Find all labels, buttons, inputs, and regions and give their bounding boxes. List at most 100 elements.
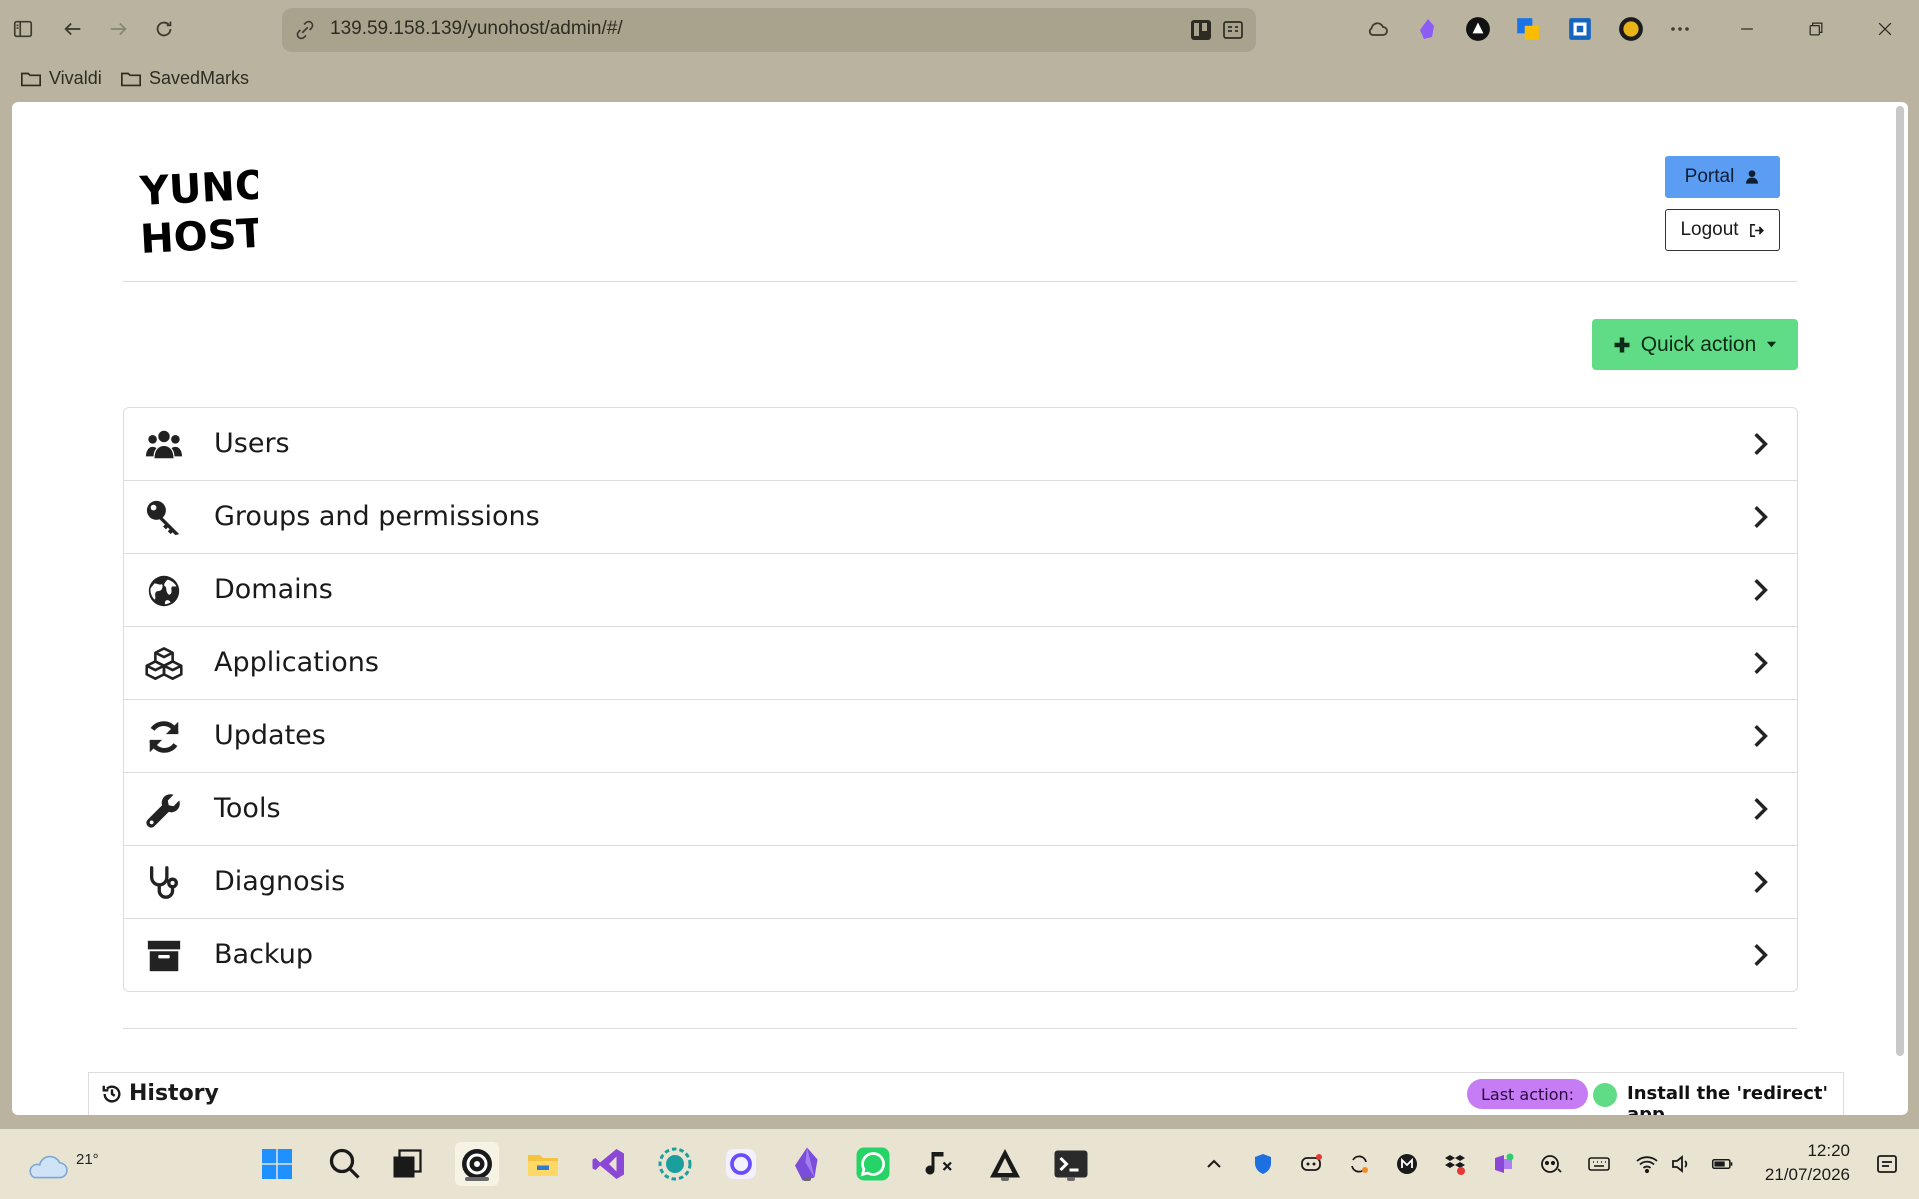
record-icon xyxy=(658,1147,692,1181)
copilot-tray-icon[interactable] xyxy=(1536,1149,1566,1179)
menu-label: Tools xyxy=(214,793,281,824)
taskbar-search-button[interactable] xyxy=(323,1142,367,1186)
translate-extension-icon[interactable] xyxy=(1514,15,1542,43)
weather-widget[interactable]: 21° xyxy=(26,1139,99,1189)
more-options-icon[interactable] xyxy=(1666,15,1694,43)
taskbar-file-explorer[interactable] xyxy=(521,1142,565,1186)
page-viewport: YUNO HOST Portal Logout Quick action Use… xyxy=(12,102,1908,1115)
cloud-sync-icon[interactable] xyxy=(1364,15,1392,43)
taskbar-screen-recorder[interactable] xyxy=(653,1142,697,1186)
notification-center-icon[interactable] xyxy=(1872,1149,1902,1179)
browser-titlebar: 139.59.158.139/yunohost/admin/#/ xyxy=(0,0,1919,60)
menu-label: Domains xyxy=(214,574,333,605)
address-bar[interactable]: 139.59.158.139/yunohost/admin/#/ xyxy=(282,8,1256,52)
chevron-right-icon xyxy=(1754,506,1768,528)
taskbar-music[interactable] xyxy=(917,1142,961,1186)
taskbar-terminal[interactable] xyxy=(1049,1142,1093,1186)
menu-label: Updates xyxy=(214,720,326,751)
site-info-icon[interactable] xyxy=(294,19,316,41)
refresh-icon xyxy=(144,717,184,757)
teams-tray-icon[interactable] xyxy=(1488,1149,1518,1179)
keyboard-icon[interactable] xyxy=(1584,1149,1614,1179)
m-app-tray-icon[interactable] xyxy=(1392,1149,1422,1179)
system-clock[interactable]: 12:20 21/07/2026 xyxy=(1760,1141,1850,1185)
menu-label: Backup xyxy=(214,939,313,970)
menu-item-tools[interactable]: Tools xyxy=(124,773,1797,846)
quick-action-label: Quick action xyxy=(1640,332,1757,356)
discord-tray-icon[interactable] xyxy=(1296,1149,1326,1179)
portal-label: Portal xyxy=(1684,166,1735,187)
menu-label: Diagnosis xyxy=(214,866,346,897)
volume-icon[interactable] xyxy=(1666,1149,1696,1179)
back-icon[interactable] xyxy=(54,10,92,48)
taskbar-vivaldi[interactable] xyxy=(455,1142,499,1186)
url-text[interactable]: 139.59.158.139/yunohost/admin/#/ xyxy=(330,18,623,40)
menu-label: Applications xyxy=(214,647,379,678)
triangle-extension-icon[interactable] xyxy=(1464,15,1492,43)
wifi-icon[interactable] xyxy=(1632,1149,1662,1179)
sync-tray-icon[interactable] xyxy=(1344,1149,1374,1179)
dropbox-tray-icon[interactable] xyxy=(1440,1149,1470,1179)
chevron-right-icon xyxy=(1754,652,1768,674)
logo-line-yuno: YUNO xyxy=(138,162,258,215)
close-window-icon[interactable] xyxy=(1867,12,1903,46)
trello-icon[interactable] xyxy=(1188,18,1214,42)
menu-item-users[interactable]: Users xyxy=(124,408,1797,481)
history-label: History xyxy=(129,1081,219,1106)
page-scrollbar[interactable] xyxy=(1896,106,1904,1056)
bookmark-folder-vivaldi[interactable]: Vivaldi xyxy=(20,68,102,89)
history-icon xyxy=(102,1085,121,1103)
menu-item-diagnosis[interactable]: Diagnosis xyxy=(124,846,1797,919)
key-icon xyxy=(144,498,184,538)
forward-icon[interactable] xyxy=(99,10,137,48)
yunohost-logo[interactable]: YUNO HOST xyxy=(138,158,258,258)
taskbar-whatsapp[interactable] xyxy=(851,1142,895,1186)
show-hidden-icons-chevron-up-icon[interactable] xyxy=(1199,1149,1229,1179)
folder-icon xyxy=(528,1155,558,1176)
obsidian-extension-icon[interactable] xyxy=(1414,15,1442,43)
bookmarks-bar: Vivaldi SavedMarks xyxy=(0,62,1919,100)
g-app-icon xyxy=(726,1149,756,1179)
bookmark-label: SavedMarks xyxy=(149,68,250,88)
menu-item-domains[interactable]: Domains xyxy=(124,554,1797,627)
defender-shield-icon[interactable] xyxy=(1248,1149,1278,1179)
history-toggle[interactable]: History xyxy=(101,1081,219,1106)
menu-item-backup[interactable]: Backup xyxy=(124,919,1797,991)
running-indicator xyxy=(1001,1177,1009,1181)
folder-icon xyxy=(121,72,141,86)
globe-extension-icon[interactable] xyxy=(1617,15,1645,43)
logout-label: Logout xyxy=(1680,219,1739,240)
main-menu: Users Groups and permissions Domains App… xyxy=(123,407,1798,992)
battery-icon[interactable] xyxy=(1708,1149,1738,1179)
taskbar-visual-studio[interactable] xyxy=(587,1142,631,1186)
panel-toggle-icon[interactable] xyxy=(4,10,42,48)
running-indicator xyxy=(1067,1177,1075,1181)
users-icon xyxy=(144,425,184,465)
taskbar-app-g[interactable] xyxy=(719,1142,763,1186)
caret-down-icon xyxy=(1767,341,1777,348)
menu-item-updates[interactable]: Updates xyxy=(124,700,1797,773)
chevron-right-icon xyxy=(1754,433,1768,455)
start-button[interactable] xyxy=(255,1142,299,1186)
history-bar[interactable]: History Last action: Install the 'redire… xyxy=(88,1072,1844,1115)
quick-action-button[interactable]: Quick action xyxy=(1592,319,1798,370)
visual-studio-icon xyxy=(592,1149,624,1179)
user-icon xyxy=(1746,170,1759,184)
reload-icon[interactable] xyxy=(145,10,183,48)
menu-label: Groups and permissions xyxy=(214,501,540,532)
reader-view-icon[interactable] xyxy=(1220,18,1246,42)
portal-button[interactable]: Portal xyxy=(1665,156,1780,198)
minimize-icon[interactable] xyxy=(1729,12,1765,46)
menu-item-groups-and-permissions[interactable]: Groups and permissions xyxy=(124,481,1797,554)
restore-icon[interactable] xyxy=(1798,12,1834,46)
logout-button[interactable]: Logout xyxy=(1665,209,1780,251)
bookmark-folder-savedmarks[interactable]: SavedMarks xyxy=(120,68,249,89)
header-divider xyxy=(123,281,1797,282)
task-view-button[interactable] xyxy=(385,1142,429,1186)
taskbar-affinity[interactable] xyxy=(983,1142,1027,1186)
menu-item-applications[interactable]: Applications xyxy=(124,627,1797,700)
music-note-icon xyxy=(925,1152,952,1175)
plus-icon xyxy=(1614,337,1630,352)
taskbar-obsidian[interactable] xyxy=(785,1142,829,1186)
bitwarden-extension-icon[interactable] xyxy=(1566,15,1594,43)
